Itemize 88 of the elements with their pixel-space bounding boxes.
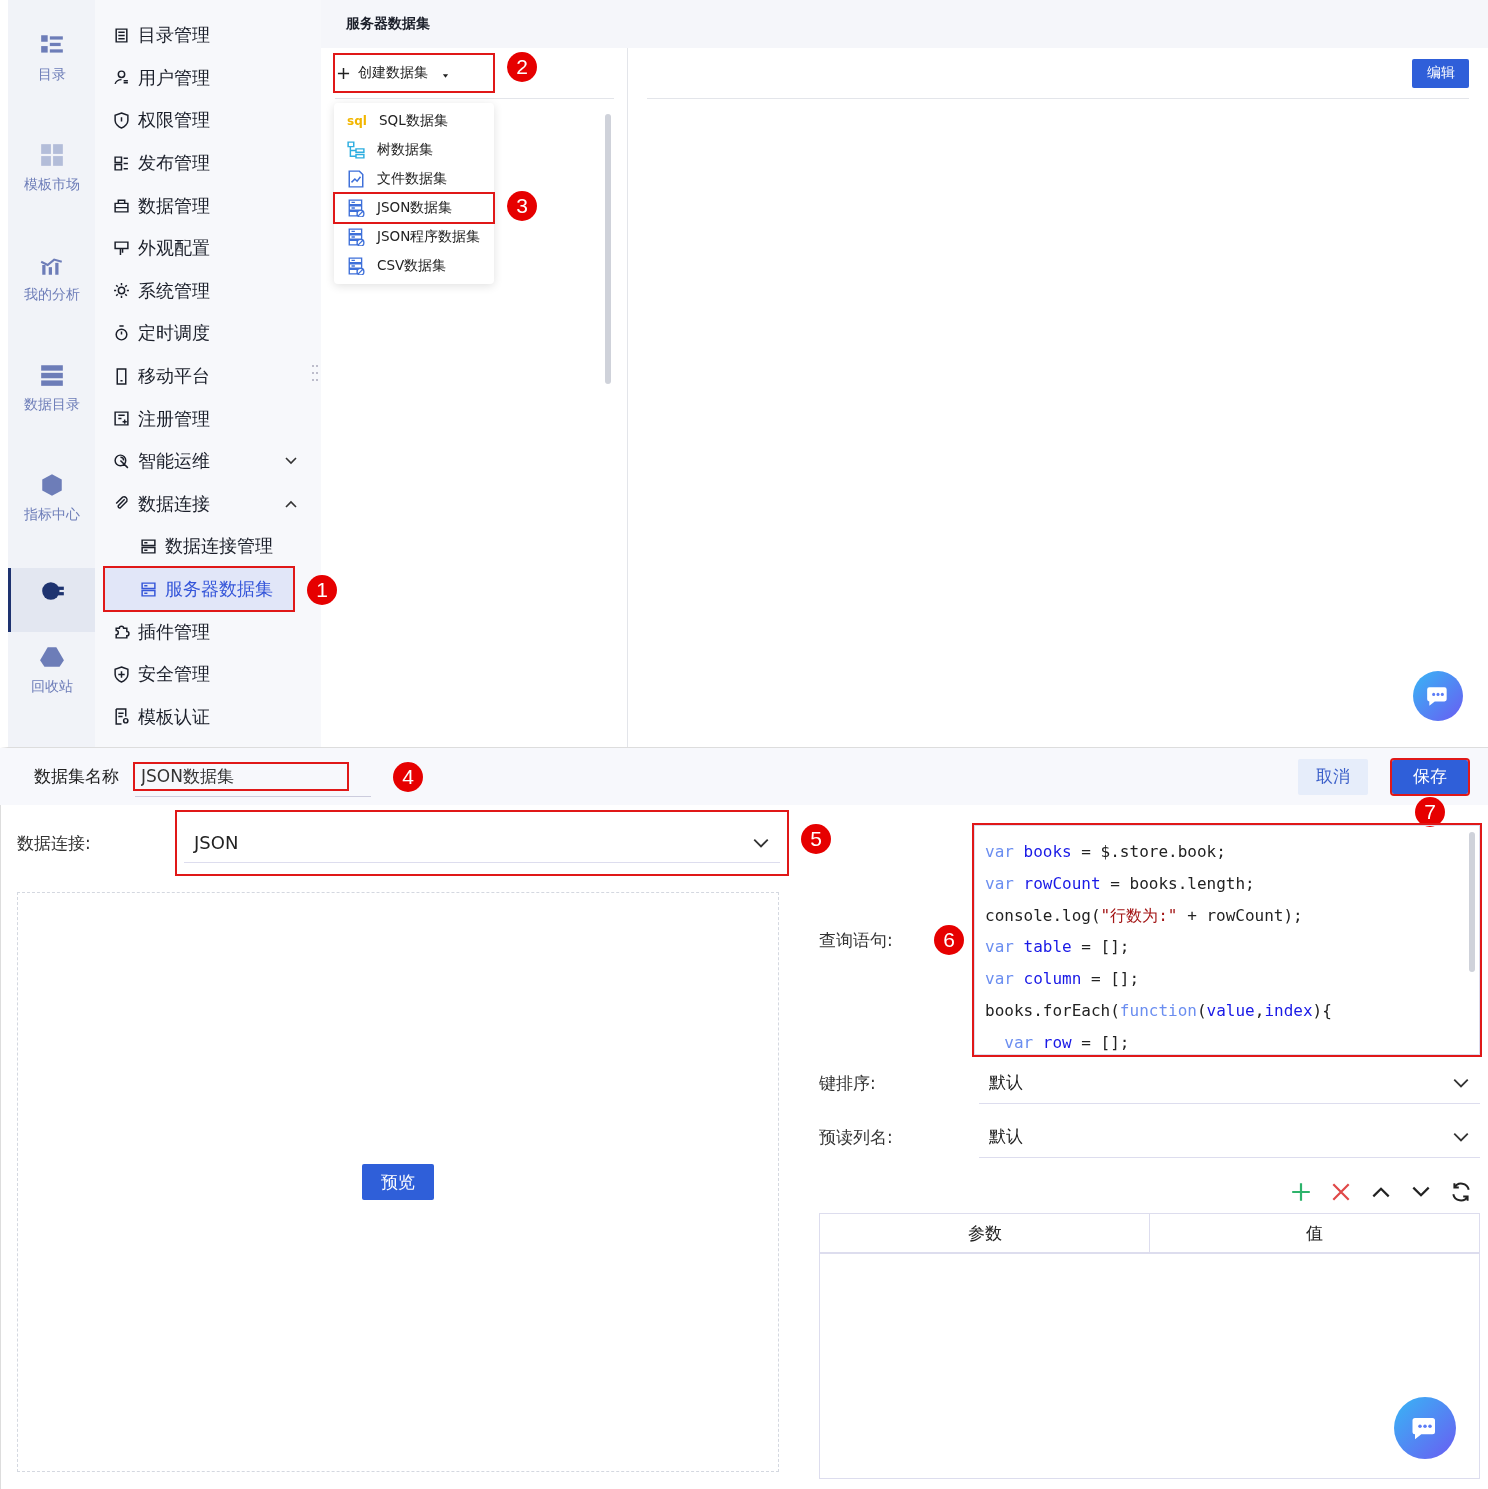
step-number: 2 (507, 52, 537, 82)
database-icon (347, 228, 365, 246)
menu-item[interactable]: 注册管理 (113, 397, 283, 440)
certificate-icon (113, 708, 130, 726)
layout-icon (113, 154, 130, 172)
user-icon (113, 69, 130, 87)
menu-item[interactable]: CSV数据集 (335, 252, 493, 280)
field-label: 键排序: (819, 1071, 877, 1095)
panel-title: 服务器数据集 (346, 15, 430, 33)
shield-icon (113, 665, 130, 683)
menu-item[interactable]: 安全管理 (113, 652, 283, 696)
server-icon (140, 580, 157, 598)
step-number: 3 (507, 191, 537, 221)
rail-item[interactable]: 指标中心 (8, 462, 95, 572)
column-header: 参数 (966, 1221, 1003, 1245)
menu-item[interactable]: 移动平台 (113, 354, 283, 398)
menu-item[interactable]: JSON程序数据集 (335, 223, 493, 251)
menu-item[interactable]: 外观配置 (113, 226, 283, 270)
code-editor[interactable]: var books = $.store.book; var rowCount = books.length; console.log("行数为:" + rowCount); var table = []; var column = []; books.forEach(function(value,index){ var row = []; (975, 826, 1479, 1054)
rail-item[interactable] (8, 568, 95, 632)
edit-button[interactable]: 编辑 (1412, 58, 1469, 88)
preview-button[interactable]: 预览 (362, 1164, 434, 1200)
step-number: 5 (801, 824, 831, 854)
puzzle-icon (113, 623, 130, 641)
caret-icon (442, 73, 449, 79)
menu-item[interactable]: 数据管理 (113, 184, 283, 227)
menu-item[interactable]: 数据连接 (113, 482, 303, 526)
scrollbar[interactable] (605, 114, 611, 384)
menu-item[interactable]: 定时调度 (113, 312, 283, 355)
briefcase-icon (113, 197, 130, 215)
brush-icon (113, 239, 130, 257)
database-icon (347, 257, 365, 275)
menu-item[interactable]: 插件管理 (113, 610, 283, 653)
menu-item[interactable]: sql SQL数据集 (335, 107, 493, 135)
dropdown-select[interactable]: 默认 (979, 1116, 1480, 1158)
server-icon (140, 537, 157, 555)
sql-icon: sql (347, 114, 367, 128)
menu-item[interactable]: 发布管理 (113, 141, 283, 185)
code-line: var row = []; (1003, 1031, 1131, 1054)
grid-icon (38, 142, 65, 168)
step-number: 4 (393, 762, 423, 792)
refresh-icon[interactable] (1450, 1181, 1472, 1203)
menu-item[interactable]: 目录管理 (113, 14, 283, 57)
connection-select[interactable]: JSON (184, 823, 780, 863)
chart-file-icon (347, 170, 365, 188)
plus-icon (337, 66, 350, 80)
shield-icon (113, 112, 130, 129)
code-line: books.forEach(function(value,index){ (985, 1000, 1333, 1022)
code-line: console.log("行数为:" + rowCount); (985, 904, 1304, 927)
save-button[interactable]: 保存 (1392, 759, 1468, 794)
scrollbar[interactable] (1469, 832, 1475, 972)
delete-icon[interactable] (1330, 1181, 1352, 1203)
code-line: var books = $.store.book; (985, 841, 1227, 863)
list-icon (113, 26, 130, 44)
add-icon[interactable] (1290, 1181, 1312, 1203)
tree-icon (347, 141, 365, 159)
menu-item[interactable]: 模板认证 (113, 695, 283, 739)
field-label: 数据集名称 (34, 765, 119, 788)
menu-item[interactable]: 用户管理 (113, 56, 283, 100)
rail-item[interactable]: 目录 (8, 22, 95, 132)
step-number: 6 (934, 925, 964, 955)
code-line: var column = []; (985, 968, 1141, 991)
rail-item[interactable]: 我的分析 (8, 242, 95, 352)
rail-item[interactable]: 模板市场 (8, 132, 95, 242)
code-line: var table = []; (985, 936, 1131, 959)
field-label: 数据连接: (17, 831, 92, 855)
form-icon (113, 410, 130, 428)
menu-item[interactable]: 数据连接管理 (105, 525, 293, 568)
menu-item[interactable]: 文件数据集 (335, 165, 493, 193)
chat-bot-button[interactable] (1413, 671, 1463, 721)
field-label: 预读列名: (819, 1125, 894, 1149)
rail-item[interactable]: 数据目录 (8, 352, 95, 462)
rail-item[interactable]: 回收站 (8, 634, 95, 744)
database-icon (38, 362, 65, 388)
field-label: 查询语句: (819, 928, 893, 952)
step-number: 1 (307, 574, 337, 605)
code-line: var rowCount = books.length; (985, 872, 1256, 895)
search-icon (113, 452, 130, 470)
drag-handle-icon[interactable] (311, 364, 319, 382)
menu-item[interactable]: 智能运维 (113, 439, 303, 483)
menu-item[interactable]: 系统管理 (113, 269, 283, 313)
menu-item[interactable]: 树数据集 (335, 136, 493, 164)
cancel-button[interactable]: 取消 (1298, 758, 1368, 795)
database-icon (347, 199, 365, 217)
menu-item[interactable]: 权限管理 (113, 99, 283, 142)
stopwatch-icon (113, 324, 130, 342)
column-header: 值 (1149, 1214, 1479, 1252)
dropdown-select[interactable]: 默认 (979, 1062, 1480, 1104)
